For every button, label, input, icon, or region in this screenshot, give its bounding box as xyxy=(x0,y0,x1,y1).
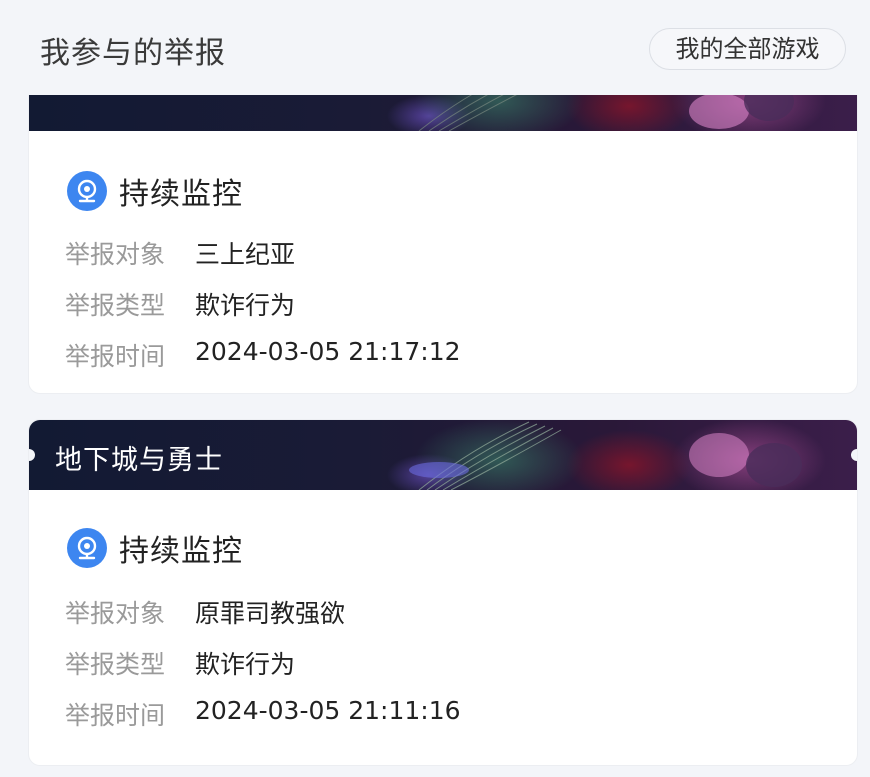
status-label: 持续监控 xyxy=(119,177,243,212)
field-value: 2024-03-05 21:17:12 xyxy=(195,337,461,366)
banner-notch xyxy=(29,449,35,461)
field-label: 举报对象 xyxy=(65,240,166,269)
field-value: 2024-03-05 21:11:16 xyxy=(195,696,461,725)
report-card[interactable]: 地下城与勇士 持续监控 举报对象 原罪司教强欲 举报类型 欺诈行为 举报时间 2… xyxy=(28,419,858,766)
field-label: 举报时间 xyxy=(65,701,166,730)
monitor-camera-icon xyxy=(67,528,107,568)
report-card[interactable]: 持续监控 举报对象 三上纪亚 举报类型 欺诈行为 举报时间 2024-03-05… xyxy=(28,60,858,394)
field-label: 举报类型 xyxy=(65,291,166,320)
game-banner: 地下城与勇士 xyxy=(29,420,857,490)
all-games-button[interactable]: 我的全部游戏 xyxy=(649,28,846,70)
field-value: 原罪司教强欲 xyxy=(195,599,346,628)
field-report-type: 举报类型 欺诈行为 xyxy=(65,286,295,322)
field-value: 欺诈行为 xyxy=(195,650,296,679)
banner-artwork xyxy=(409,421,802,490)
status-label: 持续监控 xyxy=(119,534,243,569)
game-title: 地下城与勇士 xyxy=(55,445,223,476)
field-report-time: 举报时间 2024-03-05 21:17:12 xyxy=(65,337,461,373)
field-value: 三上纪亚 xyxy=(195,240,296,269)
field-value: 欺诈行为 xyxy=(195,291,296,320)
field-report-time: 举报时间 2024-03-05 21:11:16 xyxy=(65,696,461,732)
page-title: 我参与的举报 xyxy=(40,36,226,71)
banner-notch xyxy=(851,449,857,461)
field-report-type: 举报类型 欺诈行为 xyxy=(65,645,295,681)
field-report-target: 举报对象 三上纪亚 xyxy=(65,235,295,271)
monitor-camera-icon xyxy=(67,171,107,211)
field-label: 举报时间 xyxy=(65,342,166,371)
status-row: 持续监控 xyxy=(67,526,243,570)
status-row: 持续监控 xyxy=(67,169,243,213)
field-label: 举报对象 xyxy=(65,599,166,628)
field-label: 举报类型 xyxy=(65,650,166,679)
field-report-target: 举报对象 原罪司教强欲 xyxy=(65,594,345,630)
page-header: 我参与的举报 我的全部游戏 xyxy=(0,0,870,95)
